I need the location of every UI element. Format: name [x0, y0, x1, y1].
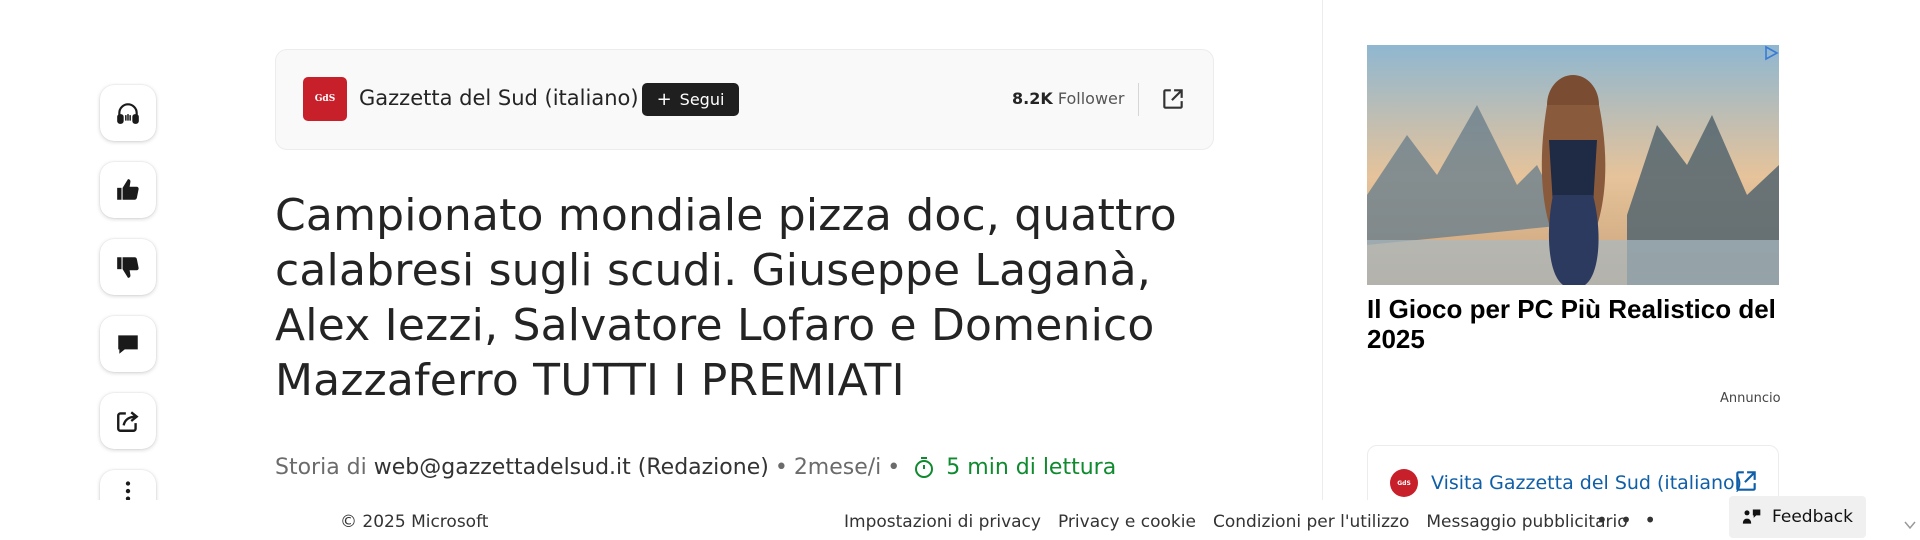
article-headline: Campionato mondiale pizza doc, quattro c… — [275, 190, 1177, 406]
read-time-label: 5 min di lettura — [946, 455, 1117, 480]
footer-link-privacy-cookies[interactable]: Privacy e cookie — [1058, 512, 1196, 532]
feedback-button[interactable]: Feedback — [1729, 496, 1866, 538]
ad-title[interactable]: Il Gioco per PC Più Realistico del 2025 — [1367, 294, 1779, 354]
feedback-label: Feedback — [1772, 507, 1853, 527]
publisher-name[interactable]: Gazzetta del Sud (italiano) — [359, 86, 639, 110]
page-footer: © 2025 Microsoft Impostazioni di privacy… — [0, 496, 1920, 540]
divider — [1138, 83, 1139, 116]
separator: • — [774, 455, 788, 480]
feedback-icon — [1742, 509, 1761, 524]
byline: Storia di web@gazzettadelsud.it (Redazio… — [275, 455, 1116, 480]
share-icon — [117, 411, 139, 432]
headphones-icon — [117, 103, 139, 124]
timer-icon — [915, 456, 934, 478]
share-button[interactable] — [100, 393, 156, 449]
follower-label: Follower — [1057, 89, 1125, 108]
footer-link-privacy-settings[interactable]: Impostazioni di privacy — [844, 512, 1041, 532]
ad-artwork — [1367, 45, 1779, 285]
publisher-logo: GdS — [1390, 469, 1418, 497]
thumbs-up-icon — [117, 179, 139, 200]
visit-publisher-link[interactable]: Visita Gazzetta del Sud (italiano) — [1431, 472, 1742, 494]
thumbs-down-icon — [117, 257, 139, 278]
author-name: web@gazzettadelsud.it (Redazione) — [373, 455, 769, 480]
article-age: 2mese/i — [793, 455, 882, 480]
follower-number: 8.2K — [1012, 89, 1053, 108]
scroll-down-arrow-icon[interactable] — [1904, 520, 1916, 530]
ad-label: Annuncio — [1720, 391, 1781, 406]
read-time: 5 min di lettura — [906, 455, 1116, 480]
separator: • — [887, 455, 901, 480]
comment-button[interactable] — [100, 316, 156, 372]
adchoices-icon[interactable] — [1763, 45, 1779, 61]
dislike-button[interactable] — [100, 239, 156, 295]
plus-icon: + — [656, 89, 672, 110]
column-divider — [1322, 0, 1323, 540]
follow-button[interactable]: + Segui — [642, 83, 739, 116]
footer-more-button[interactable]: • • • — [1596, 508, 1659, 532]
copyright: © 2025 Microsoft — [340, 512, 489, 532]
footer-link-terms[interactable]: Condizioni per l'utilizzo — [1213, 512, 1409, 532]
ad-image[interactable] — [1367, 45, 1779, 285]
comment-icon — [118, 335, 138, 354]
byline-prefix: Storia di — [275, 455, 367, 480]
follow-label: Segui — [679, 90, 725, 109]
publisher-logo[interactable]: GdS — [303, 77, 347, 121]
publisher-bar: GdS Gazzetta del Sud (italiano) + Segui … — [275, 49, 1214, 150]
footer-links: Impostazioni di privacy Privacy e cookie… — [844, 512, 1645, 532]
listen-button[interactable] — [100, 85, 156, 141]
external-link-icon[interactable] — [1160, 86, 1186, 112]
like-button[interactable] — [100, 162, 156, 218]
follower-count: 8.2K Follower — [1012, 89, 1124, 108]
article-action-rail — [100, 85, 156, 510]
external-link-icon[interactable] — [1733, 468, 1759, 494]
